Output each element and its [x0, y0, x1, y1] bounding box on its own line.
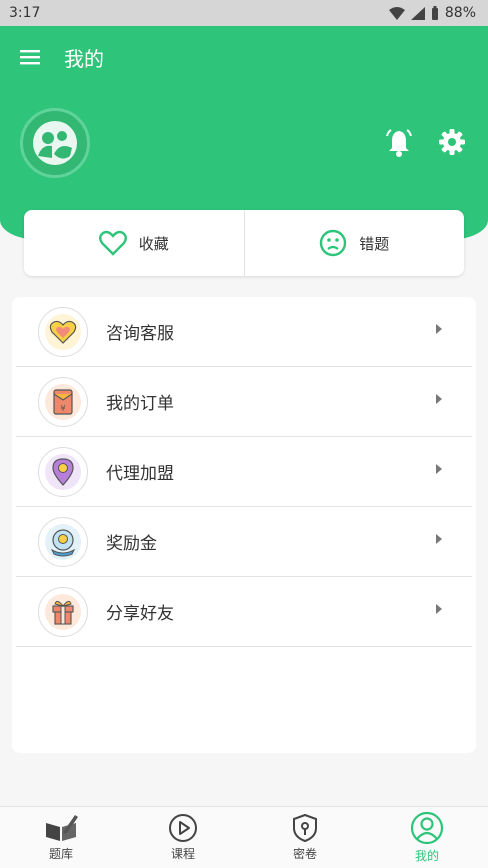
menu-item-label: 代理加盟	[106, 464, 174, 484]
avatar[interactable]	[20, 108, 90, 178]
menu-item-share-friends[interactable]: 分享好友	[16, 577, 472, 647]
chevron-right-icon	[436, 464, 442, 474]
status-icons: 88%	[388, 5, 476, 21]
play-circle-icon	[169, 814, 197, 842]
default-avatar-icon	[33, 121, 77, 165]
menu-item-label: 奖励金	[106, 534, 157, 554]
favorites-button[interactable]: 收藏	[24, 210, 244, 276]
lock-shield-icon	[293, 813, 317, 843]
user-circle-icon	[410, 811, 444, 845]
signal-icon	[410, 6, 425, 20]
status-bar: 3:17 88%	[0, 0, 488, 26]
menu-item-agent-franchise[interactable]: 代理加盟	[16, 437, 472, 507]
favorites-label: 收藏	[138, 234, 169, 253]
menu-item-customer-service[interactable]: 咨询客服	[16, 297, 472, 367]
wifi-icon	[388, 6, 405, 20]
battery-percent: 88%	[444, 5, 476, 21]
bottom-navigation: 题库 课程 密卷 我的	[0, 806, 488, 868]
menu-item-label: 我的订单	[106, 394, 174, 414]
nav-tab-secret-papers[interactable]: 密卷	[244, 807, 366, 868]
battery-icon	[431, 6, 438, 20]
coin-globe-icon	[38, 516, 88, 567]
top-app-bar: 我的	[0, 26, 488, 88]
quick-actions-card: 收藏 错题	[24, 210, 464, 276]
nav-label: 课程	[170, 847, 195, 861]
nav-tab-courses[interactable]: 课程	[122, 807, 244, 868]
settings-gear-icon[interactable]	[438, 128, 466, 156]
heart-badge-icon	[38, 306, 88, 357]
menu-item-label: 分享好友	[106, 604, 174, 624]
chevron-right-icon	[436, 394, 442, 404]
menu-item-my-orders[interactable]: ¥ 我的订单	[16, 367, 472, 437]
chevron-right-icon	[436, 324, 442, 334]
nav-label: 我的	[414, 849, 439, 863]
menu-list: 咨询客服 ¥ 我的订单 代理加盟 奖励金 分享好友	[12, 297, 476, 753]
status-time: 3:17	[9, 5, 41, 21]
menu-item-rewards[interactable]: 奖励金	[16, 507, 472, 577]
envelope-icon: ¥	[38, 376, 88, 427]
notification-bell-icon[interactable]	[384, 128, 414, 158]
book-pen-icon	[46, 815, 78, 841]
menu-item-label: 咨询客服	[106, 324, 174, 344]
nav-tab-mine[interactable]: 我的	[366, 807, 488, 868]
wrong-questions-button[interactable]: 错题	[243, 210, 465, 276]
svg-text:¥: ¥	[60, 404, 65, 413]
wrong-questions-label: 错题	[359, 234, 390, 253]
chevron-right-icon	[436, 604, 442, 614]
nav-tab-question-bank[interactable]: 题库	[0, 807, 122, 868]
header-actions	[384, 128, 466, 158]
chevron-right-icon	[436, 534, 442, 544]
nav-label: 密卷	[292, 847, 317, 861]
menu-icon[interactable]	[20, 49, 40, 65]
page-title: 我的	[64, 46, 104, 71]
gift-icon	[38, 586, 88, 637]
heart-icon	[98, 230, 127, 256]
nav-label: 题库	[48, 847, 73, 861]
sad-face-icon	[320, 229, 347, 257]
location-pin-icon	[38, 446, 88, 497]
